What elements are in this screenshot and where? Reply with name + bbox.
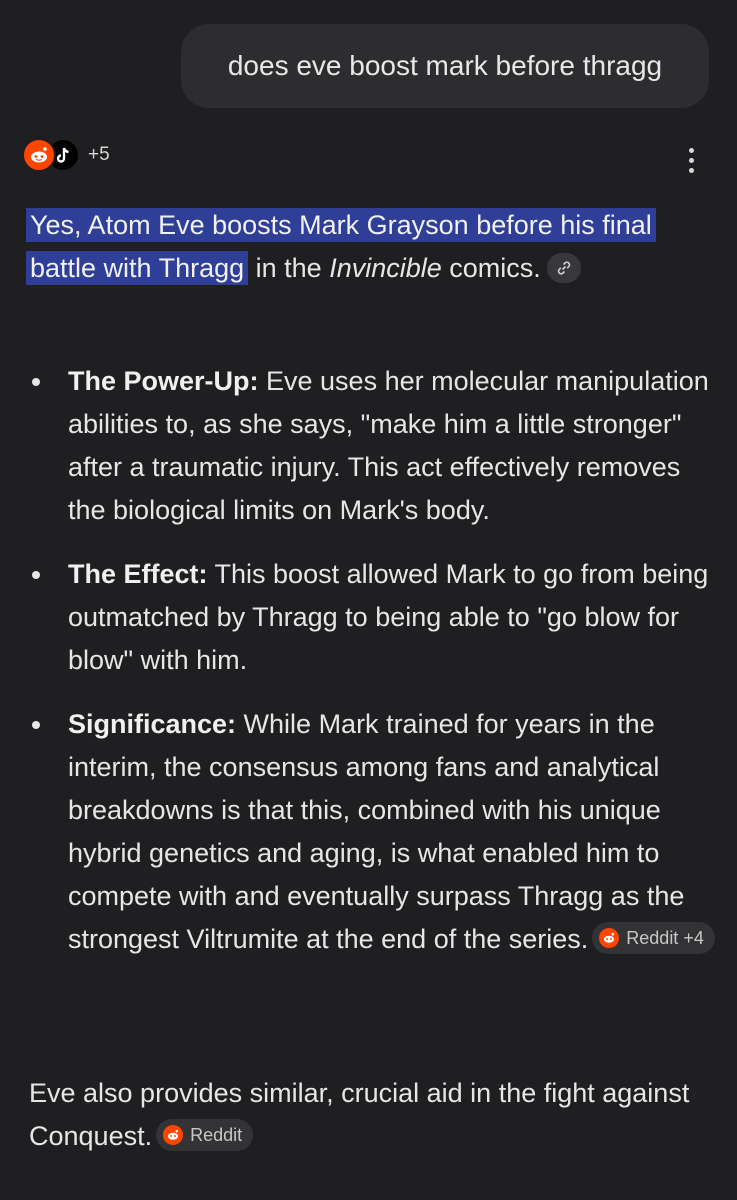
list-item: The Power-Up: Eve uses her molecular man… bbox=[29, 360, 719, 532]
answer-bullet-list: The Power-Up: Eve uses her molecular man… bbox=[29, 360, 719, 982]
bullet-dot bbox=[32, 721, 40, 729]
list-item: Significance: While Mark trained for yea… bbox=[29, 703, 719, 961]
bullet-text: While Mark trained for years in the inte… bbox=[68, 709, 685, 954]
answer-text-end: comics. bbox=[441, 253, 541, 283]
answer-summary: Yes, Atom Eve boosts Mark Grayson before… bbox=[26, 204, 709, 290]
user-query-text: does eve boost mark before thragg bbox=[227, 50, 663, 81]
sources-row[interactable]: +5 bbox=[22, 138, 110, 172]
answer-text-mid: in the bbox=[248, 253, 330, 283]
closing-text: Eve also provides similar, crucial aid i… bbox=[29, 1078, 690, 1151]
more-sources-count: +5 bbox=[88, 144, 110, 165]
bullet-title: The Power-Up: bbox=[68, 366, 259, 396]
answer-italic-title: Invincible bbox=[329, 253, 442, 283]
bullet-title: The Effect: bbox=[68, 559, 208, 589]
source-chip-label: Reddit bbox=[190, 1124, 243, 1145]
closing-paragraph: Eve also provides similar, crucial aid i… bbox=[29, 1072, 709, 1158]
reddit-icon bbox=[163, 1124, 184, 1145]
source-chip-label: Reddit +4 bbox=[626, 927, 704, 948]
bullet-title: Significance: bbox=[68, 709, 237, 739]
bullet-dot bbox=[32, 378, 40, 386]
source-chip-reddit[interactable]: Reddit bbox=[156, 1118, 254, 1151]
more-options-icon[interactable] bbox=[676, 140, 706, 180]
reddit-icon bbox=[599, 927, 620, 948]
reddit-icon bbox=[22, 138, 56, 172]
user-query-bubble: does eve boost mark before thragg bbox=[181, 24, 709, 108]
source-chip-reddit[interactable]: Reddit +4 bbox=[592, 921, 715, 954]
bullet-dot bbox=[32, 571, 40, 579]
list-item: The Effect: This boost allowed Mark to g… bbox=[29, 553, 719, 682]
link-icon[interactable] bbox=[546, 252, 581, 283]
